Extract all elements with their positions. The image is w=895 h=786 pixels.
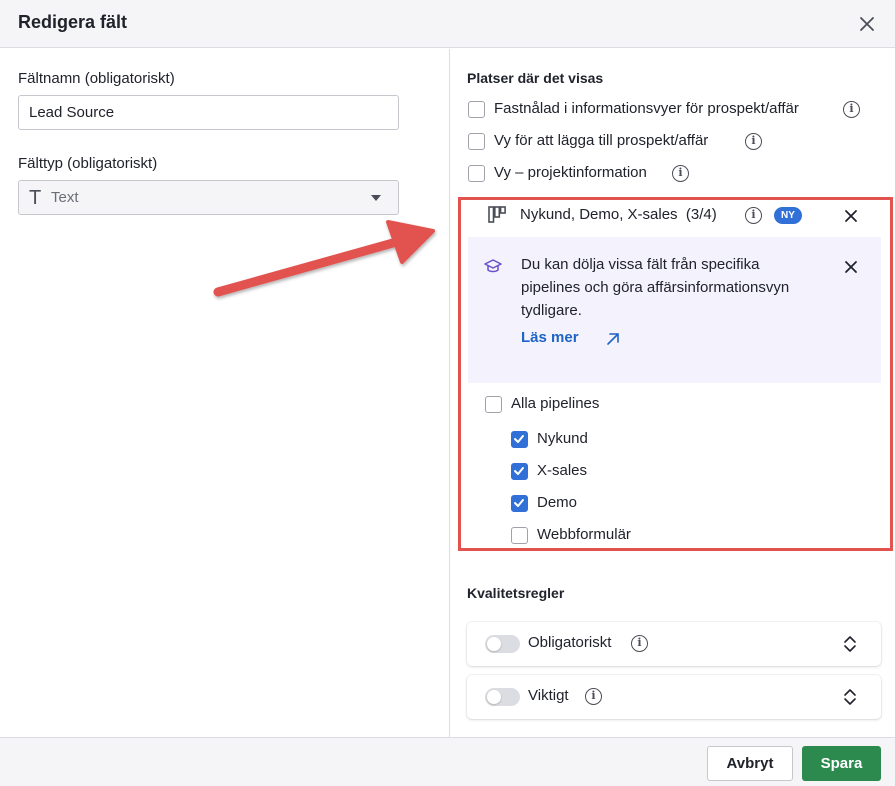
pipeline-checkbox-demo[interactable]	[511, 495, 528, 512]
caret-down-icon	[371, 195, 381, 201]
rule-card-important[interactable]: Viktigt i	[467, 675, 881, 719]
info-icon[interactable]: i	[745, 207, 762, 224]
field-name-input[interactable]: Lead Source	[18, 95, 399, 130]
pipeline-selector-label: Nykund, Demo, X-sales (3/4)	[520, 206, 717, 223]
rule-label-mandatory: Obligatoriskt	[528, 634, 612, 651]
place-label-2: Vy för att lägga till prospekt/affär	[494, 132, 709, 149]
collapse-x-icon[interactable]	[842, 207, 860, 229]
expand-updown-icon[interactable]	[842, 687, 858, 711]
place-checkbox-3[interactable]	[468, 165, 485, 182]
place-label-1: Fastnålad i informationsvyer för prospek…	[494, 100, 799, 117]
text-type-icon: T	[29, 187, 42, 209]
pipeline-selector[interactable]: Nykund, Demo, X-sales (3/4) i NY	[451, 196, 895, 236]
dialog-footer: Avbryt Spara	[0, 737, 895, 786]
notice-close-icon[interactable]	[843, 259, 859, 279]
external-link-icon[interactable]	[606, 332, 620, 350]
place-checkbox-2[interactable]	[468, 133, 485, 150]
quality-rules-title: Kvalitetsregler	[467, 585, 565, 601]
pipeline-checkbox-webbformular[interactable]	[511, 527, 528, 544]
info-icon[interactable]: i	[631, 635, 648, 652]
left-panel: Fältnamn (obligatoriskt) Lead Source Fäl…	[0, 49, 450, 737]
read-more-link[interactable]: Läs mer	[521, 329, 579, 346]
notice-message: Du kan dölja vissa fält från specifika p…	[521, 256, 790, 319]
all-pipelines-label: Alla pipelines	[511, 395, 600, 412]
dialog-title: Redigera fält	[18, 12, 128, 32]
info-icon[interactable]: i	[843, 101, 860, 118]
place-label-3: Vy – projektinformation	[494, 164, 647, 181]
pipeline-label-nykund: Nykund	[537, 430, 588, 447]
important-toggle[interactable]	[485, 688, 520, 706]
cancel-button[interactable]: Avbryt	[707, 746, 793, 781]
close-icon[interactable]	[856, 13, 878, 35]
info-icon[interactable]: i	[585, 688, 602, 705]
place-checkbox-1[interactable]	[468, 101, 485, 118]
save-button[interactable]: Spara	[802, 746, 881, 781]
expand-updown-icon[interactable]	[842, 634, 858, 658]
graduation-cap-icon	[484, 259, 502, 277]
dialog-header: Redigera fält	[0, 0, 895, 48]
field-type-select[interactable]: T Text	[18, 180, 399, 215]
pipeline-label-demo: Demo	[537, 494, 578, 511]
pipeline-label-webbformular: Webbformulär	[537, 526, 631, 543]
all-pipelines-checkbox[interactable]	[485, 396, 502, 413]
places-title: Platser där det visas	[467, 70, 604, 86]
pipeline-label-x-sales: X-sales	[537, 462, 588, 479]
field-name-label: Fältnamn (obligatoriskt)	[18, 70, 175, 87]
field-type-label: Fälttyp (obligatoriskt)	[18, 155, 158, 172]
pipeline-checkbox-nykund[interactable]	[511, 431, 528, 448]
right-panel: Platser där det visas Fastnålad i inform…	[451, 49, 895, 737]
info-icon[interactable]: i	[745, 133, 762, 150]
info-notice: Du kan dölja vissa fält från specifika p…	[468, 237, 881, 383]
rule-label-important: Viktigt	[528, 687, 569, 704]
pipeline-checkbox-x-sales[interactable]	[511, 463, 528, 480]
board-icon	[487, 205, 507, 229]
new-badge: NY	[774, 207, 802, 224]
field-type-value: Text	[51, 189, 79, 206]
rule-card-mandatory[interactable]: Obligatoriskt i	[467, 622, 881, 666]
mandatory-toggle[interactable]	[485, 635, 520, 653]
info-icon[interactable]: i	[672, 165, 689, 182]
